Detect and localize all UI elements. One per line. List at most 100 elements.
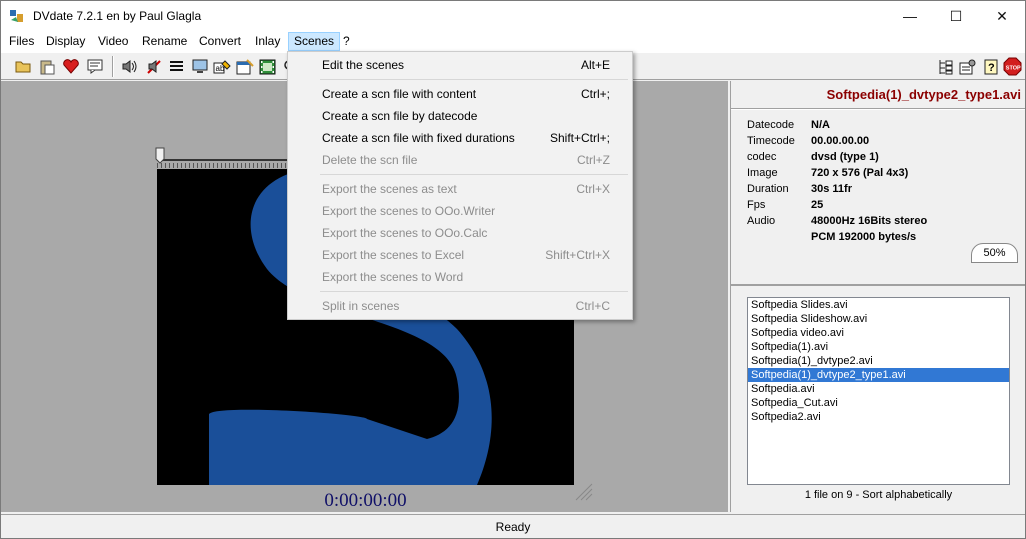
- menu-item-shortcut: Ctrl+C: [575, 299, 610, 313]
- settings-icon[interactable]: [958, 57, 977, 76]
- file-list-item[interactable]: Softpedia(1).avi: [748, 340, 1009, 354]
- info-divider: [731, 108, 1025, 110]
- file-list-item[interactable]: Softpedia(1)_dvtype2.avi: [748, 354, 1009, 368]
- menu-inlay[interactable]: Inlay: [250, 32, 285, 51]
- menu-separator: [320, 79, 628, 80]
- info-label-timecode: Timecode: [747, 135, 795, 147]
- menu-item-export-calc[interactable]: Export the scenes to OOo.Calc: [290, 222, 630, 244]
- file-list-item[interactable]: Softpedia2.avi: [748, 410, 1009, 424]
- film-icon[interactable]: [258, 57, 277, 76]
- minimize-button[interactable]: —: [887, 1, 933, 31]
- file-count-status: 1 file on 9 - Sort alphabetically: [804, 489, 953, 501]
- menu-separator: [320, 174, 628, 175]
- file-list-item[interactable]: Softpedia_Cut.avi: [748, 396, 1009, 410]
- svg-text:STOP: STOP: [1006, 66, 1021, 72]
- menu-item-export-writer[interactable]: Export the scenes to OOo.Writer: [290, 200, 630, 222]
- stop-icon[interactable]: STOP: [1003, 57, 1022, 76]
- calendar-icon[interactable]: [235, 57, 254, 76]
- menu-item-label: Create a scn file with fixed durations: [322, 131, 515, 145]
- window-title: DVdate 7.2.1 en by Paul Glagla: [33, 9, 202, 23]
- toolbar-separator: [112, 56, 114, 77]
- menu-item-shortcut: Ctrl+;: [580, 87, 610, 101]
- monitor-icon[interactable]: [190, 57, 209, 76]
- info-value-timecode: 00.00.00.00: [811, 135, 870, 147]
- rename-icon[interactable]: ab: [212, 57, 231, 76]
- file-list-item[interactable]: Softpedia Slides.avi: [748, 298, 1009, 312]
- menu-item-label: Export the scenes to OOo.Writer: [322, 204, 496, 218]
- file-list-item[interactable]: Softpedia.avi: [748, 382, 1009, 396]
- info-label-codec: codec: [747, 151, 777, 163]
- menu-video[interactable]: Video: [93, 32, 133, 51]
- menu-item-shortcut: Ctrl+Z: [577, 153, 610, 167]
- menu-bar: Files Display Video Rename Convert Inlay…: [1, 31, 1025, 52]
- info-label-datecode: Datecode: [747, 119, 795, 131]
- file-info-panel: Softpedia(1)_dvtype2_type1.avi Datecode …: [730, 81, 1025, 284]
- file-listbox[interactable]: Softpedia Slides.avi Softpedia Slideshow…: [747, 297, 1010, 485]
- info-value-audio: 48000Hz 16Bits stereo: [811, 215, 928, 227]
- file-list-item[interactable]: Softpedia Slideshow.avi: [748, 312, 1009, 326]
- title-bar: DVdate 7.2.1 en by Paul Glagla — ☐ ✕: [1, 1, 1025, 31]
- menu-item-label: Export the scenes to OOo.Calc: [322, 226, 488, 240]
- menu-item-label: Create a scn file with content: [322, 87, 477, 101]
- mute-icon[interactable]: [144, 57, 163, 76]
- info-label-fps: Fps: [747, 199, 766, 211]
- comment-icon[interactable]: [85, 57, 104, 76]
- open-folder-icon[interactable]: [14, 57, 33, 76]
- info-value-datecode: N/A: [811, 119, 830, 131]
- svg-text:?: ?: [988, 62, 995, 74]
- menu-item-label: Edit the scenes: [322, 58, 405, 72]
- info-value-image: 720 x 576 (Pal 4x3): [811, 167, 909, 179]
- menu-convert[interactable]: Convert: [194, 32, 246, 51]
- maximize-button[interactable]: ☐: [933, 1, 979, 31]
- menu-item-create-scn-content[interactable]: Create a scn file with content Ctrl+;: [290, 83, 630, 105]
- info-value-duration: 30s 11fr: [811, 183, 852, 195]
- menu-item-label: Export the scenes as text: [322, 182, 457, 196]
- menu-item-create-scn-fixed[interactable]: Create a scn file with fixed durations S…: [290, 127, 630, 149]
- menu-item-export-text[interactable]: Export the scenes as text Ctrl+X: [290, 178, 630, 200]
- menu-files[interactable]: Files: [4, 32, 39, 51]
- menu-item-label: Create a scn file by datecode: [322, 109, 478, 123]
- info-value-codec: dvsd (type 1): [811, 151, 879, 163]
- current-file-name: Softpedia(1)_dvtype2_type1.avi: [826, 87, 1021, 102]
- scenes-dropdown-menu: Edit the scenes Alt+E Create a scn file …: [287, 51, 633, 320]
- file-list-panel: Softpedia Slides.avi Softpedia Slideshow…: [730, 284, 1025, 512]
- help-icon[interactable]: ?: [981, 57, 1000, 76]
- app-window: DVdate 7.2.1 en by Paul Glagla — ☐ ✕ Fil…: [0, 0, 1026, 539]
- timecode-display: 0:00:00:00: [324, 490, 407, 511]
- menu-item-label: Export the scenes to Word: [322, 270, 464, 284]
- menu-item-label: Split in scenes: [322, 299, 400, 313]
- info-label-audio: Audio: [747, 215, 776, 227]
- menu-rename[interactable]: Rename: [137, 32, 192, 51]
- menu-item-shortcut: Shift+Ctrl+;: [549, 131, 610, 145]
- info-value-fps: 25: [811, 199, 824, 211]
- status-bar: Ready: [1, 514, 1025, 538]
- tree-view-icon[interactable]: [935, 57, 954, 76]
- menu-item-export-excel[interactable]: Export the scenes to Excel Shift+Ctrl+X: [290, 244, 630, 266]
- file-list-item-selected[interactable]: Softpedia(1)_dvtype2_type1.avi: [748, 368, 1009, 382]
- menu-separator: [320, 291, 628, 292]
- menu-item-shortcut: Alt+E: [580, 58, 610, 72]
- list-icon[interactable]: [167, 57, 186, 76]
- menu-item-label: Export the scenes to Excel: [322, 248, 465, 262]
- favorite-heart-icon[interactable]: [61, 57, 80, 76]
- file-list-item[interactable]: Softpedia video.avi: [748, 326, 1009, 340]
- menu-item-export-word[interactable]: Export the scenes to Word: [290, 266, 630, 288]
- menu-item-label: Delete the scn file: [322, 153, 418, 167]
- menu-display[interactable]: Display: [41, 32, 90, 51]
- zoom-level-badge[interactable]: 50%: [971, 243, 1018, 263]
- app-icon: [10, 10, 23, 22]
- resize-grip-icon[interactable]: [571, 479, 593, 501]
- menu-item-shortcut: Shift+Ctrl+X: [545, 248, 610, 262]
- menu-scenes[interactable]: Scenes: [288, 32, 341, 51]
- menu-item-split-scenes[interactable]: Split in scenes Ctrl+C: [290, 295, 630, 317]
- menu-item-create-scn-datecode[interactable]: Create a scn file by datecode: [290, 105, 630, 127]
- menu-item-delete-scn[interactable]: Delete the scn file Ctrl+Z: [290, 149, 630, 171]
- menu-item-edit-scenes[interactable]: Edit the scenes Alt+E: [290, 54, 630, 76]
- speaker-icon[interactable]: [121, 57, 140, 76]
- close-button[interactable]: ✕: [979, 1, 1025, 31]
- info-label-image: Image: [747, 167, 778, 179]
- menu-help[interactable]: ?: [338, 32, 355, 51]
- paste-icon[interactable]: [38, 57, 57, 76]
- slider-thumb[interactable]: [155, 147, 165, 164]
- menu-item-shortcut: Ctrl+X: [576, 182, 610, 196]
